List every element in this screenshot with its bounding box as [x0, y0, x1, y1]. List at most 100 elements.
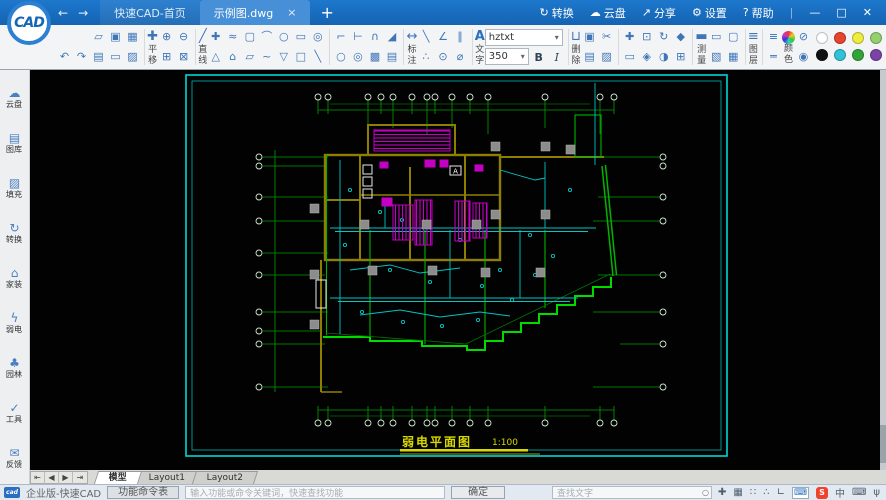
sidebar-item-home-design[interactable]: ⌂ 家装 — [0, 256, 30, 301]
chamfer-icon[interactable]: ◢ — [383, 27, 400, 47]
export-pdf-icon[interactable]: ▭ — [107, 47, 124, 67]
convert-button[interactable]: ↻ 转换 — [540, 5, 574, 21]
zoom-window-icon[interactable]: ⊞ — [158, 47, 175, 67]
print-icon[interactable]: ▤ — [90, 47, 107, 67]
trim-icon[interactable]: ⌐ — [332, 27, 349, 47]
help-button[interactable]: ? 帮助 — [743, 5, 774, 21]
wipe-icon[interactable]: ▭ — [621, 47, 638, 67]
dot-grid-icon[interactable]: ∷ — [750, 487, 756, 498]
point-icon[interactable]: ✚ — [207, 27, 224, 47]
cloud-button[interactable]: ☁ 云盘 — [590, 5, 626, 21]
line-tool[interactable]: ╱ 直线 — [198, 26, 207, 68]
command-table-button[interactable]: 功能命令表 — [107, 486, 180, 499]
delete-tool[interactable]: ⊔ 删除 — [571, 26, 581, 68]
measure-image-icon[interactable]: ▧ — [708, 47, 725, 67]
dim-point-icon[interactable]: ∴ — [418, 47, 435, 67]
pan-tool[interactable]: ✚ 平移 — [147, 26, 158, 68]
bold-button[interactable]: B — [531, 48, 547, 65]
circle-icon[interactable]: ○ — [275, 27, 292, 47]
zoom-extents-icon[interactable]: ⊠ — [175, 47, 192, 67]
drawing-canvas[interactable]: A 弱电平面图 1:100 — [30, 70, 880, 470]
circle2-icon[interactable]: ○ — [332, 47, 349, 67]
save-icon[interactable]: ▣ — [107, 27, 124, 47]
linetype-icon[interactable]: ≡ — [765, 27, 782, 47]
paste-icon[interactable]: ▤ — [581, 47, 598, 67]
trapezoid-icon[interactable]: ▽ — [275, 47, 292, 67]
extend-icon[interactable]: ⊢ — [349, 27, 366, 47]
tab-model[interactable]: 模型 — [93, 471, 143, 484]
rect2-icon[interactable]: □ — [292, 47, 309, 67]
measure-screen-icon[interactable]: ▢ — [725, 27, 742, 47]
color-tool[interactable]: 颜色 — [781, 26, 795, 68]
sidebar-item-tools[interactable]: ✓ 工具 — [0, 391, 30, 436]
undo-icon[interactable]: ↶ — [56, 47, 73, 67]
settings-button[interactable]: ⚙ 设置 — [692, 5, 727, 21]
swatch-red[interactable] — [833, 31, 846, 44]
mirror-icon[interactable]: ◑ — [655, 47, 672, 67]
app-logo[interactable]: CAD — [7, 1, 51, 45]
dim-diameter-icon[interactable]: ⌀ — [452, 47, 469, 67]
new-tab-button[interactable]: + — [320, 3, 333, 22]
ime-panel-icon[interactable]: ⌨ — [791, 486, 809, 499]
command-search-input[interactable] — [185, 486, 446, 499]
sidebar-item-convert[interactable]: ↻ 转换 — [0, 211, 30, 256]
copy-icon[interactable]: ▣ — [581, 27, 598, 47]
text-size-select[interactable]: 350 ▾ — [484, 48, 529, 65]
tab-close-icon[interactable]: × — [287, 6, 296, 19]
italic-button[interactable]: I — [549, 48, 565, 65]
scrollbar-thumb[interactable] — [880, 425, 886, 463]
swatch-black[interactable] — [815, 48, 828, 61]
region-icon[interactable]: ▤ — [383, 47, 400, 67]
no-color-icon[interactable]: ⊘ — [795, 27, 812, 47]
zoom-out-icon[interactable]: ⊖ — [175, 27, 192, 47]
grid-icon[interactable]: ▦ — [733, 487, 742, 498]
microphone-icon[interactable]: ψ — [873, 487, 880, 498]
ellipse-icon[interactable]: ◎ — [309, 27, 326, 47]
scale-icon[interactable]: ⊡ — [638, 27, 655, 47]
maximize-button[interactable]: □ — [836, 6, 846, 19]
sidebar-item-gallery[interactable]: ▤ 图库 — [0, 121, 30, 166]
arc-icon[interactable]: ⌒ — [258, 27, 275, 47]
sidebar-item-cloud[interactable]: ☁ 云盘 — [0, 76, 30, 121]
search-icon[interactable]: ○ — [700, 488, 711, 497]
language-icon[interactable]: 中 — [835, 485, 845, 500]
swatch-purple[interactable] — [869, 48, 882, 61]
diagonal-line-icon[interactable]: ╲ — [309, 47, 326, 67]
redo-icon[interactable]: ↷ — [73, 47, 90, 67]
next-tab-icon[interactable]: ▶ — [59, 471, 73, 484]
dim-center-icon[interactable]: ⊙ — [435, 47, 452, 67]
measure-tool[interactable]: ▬ 测量 — [695, 26, 707, 68]
back-icon[interactable]: ← — [58, 6, 68, 20]
open-file-icon[interactable]: ▱ — [90, 27, 107, 47]
minimize-button[interactable]: — — [809, 6, 820, 19]
tab-layout2[interactable]: Layout2 — [192, 471, 259, 484]
last-tab-icon[interactable]: ⇥ — [73, 472, 87, 484]
find-text-input[interactable] — [552, 487, 700, 498]
keyboard-icon[interactable]: ⌨ — [852, 487, 866, 498]
save-as-icon[interactable]: ▦ — [124, 27, 141, 47]
match-color-icon[interactable]: ◉ — [795, 47, 812, 67]
export-image-icon[interactable]: ▨ — [124, 47, 141, 67]
hatch-icon[interactable]: ▩ — [366, 47, 383, 67]
dim-aligned-icon[interactable]: ╲ — [418, 27, 435, 47]
measure-table-icon[interactable]: ▦ — [725, 47, 742, 67]
pentagon-icon[interactable]: ⌂ — [224, 47, 241, 67]
share-button[interactable]: ↗ 分享 — [642, 5, 676, 21]
donut-icon[interactable]: ◎ — [349, 47, 366, 67]
sidebar-item-fill[interactable]: ▨ 填充 — [0, 166, 30, 211]
confirm-button[interactable]: 确定 — [451, 486, 506, 499]
sidebar-item-feedback[interactable]: ✉ 反馈 — [0, 436, 30, 481]
triangle-icon[interactable]: △ — [207, 47, 224, 67]
rectangle-icon[interactable]: ▭ — [292, 27, 309, 47]
tab-home[interactable]: 快速CAD-首页 — [100, 0, 200, 25]
sogou-ime-icon[interactable]: S — [815, 486, 828, 499]
osnap-icon[interactable]: ∴ — [763, 487, 769, 498]
ortho-icon[interactable]: ∟ — [777, 487, 785, 498]
move-icon[interactable]: ✚ — [621, 27, 638, 47]
font-select[interactable]: hztxt ▾ — [484, 29, 563, 46]
array-icon[interactable]: ⊞ — [672, 47, 689, 67]
layers-tool[interactable]: ≡ 图层 — [748, 26, 759, 68]
swatch-yellow[interactable] — [851, 31, 864, 44]
close-button[interactable]: ✕ — [863, 6, 872, 19]
swatch-cyan[interactable] — [833, 48, 846, 61]
